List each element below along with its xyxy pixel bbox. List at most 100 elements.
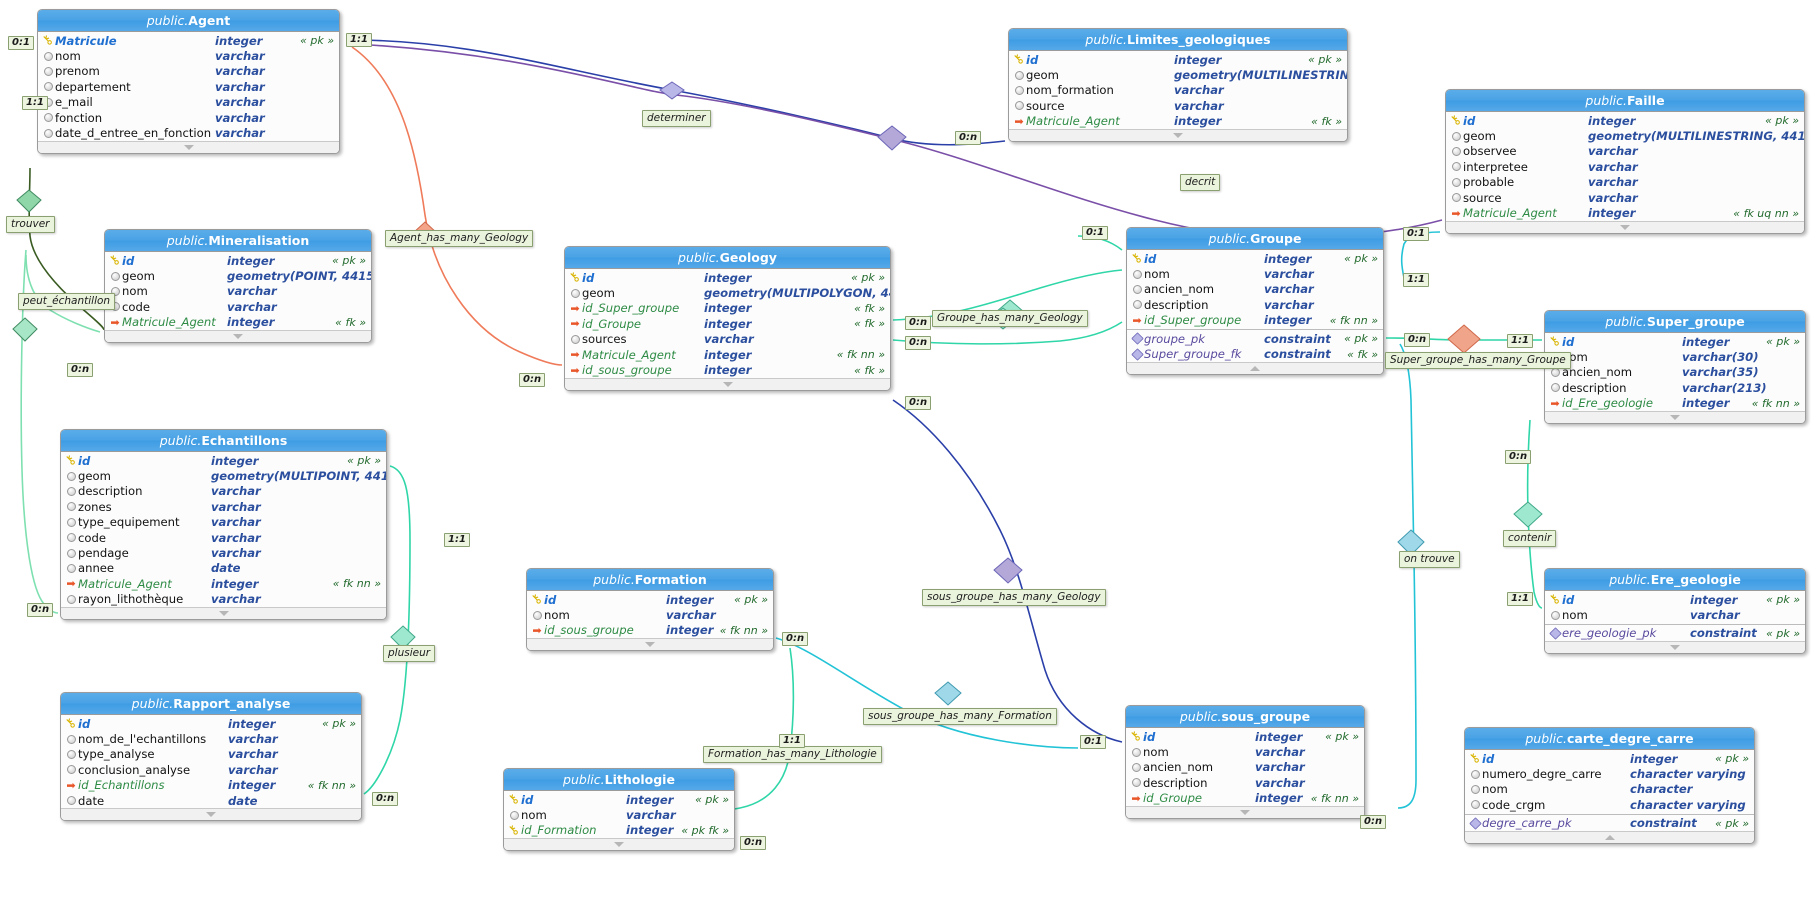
field-row[interactable]: ⚷ id integer « pk » [1126,728,1364,745]
entity-super_groupe[interactable]: public.Super_groupe ⚷ id integer « pk » nom va… [1544,310,1806,424]
field-row[interactable]: nom varchar [1127,266,1383,281]
field-row[interactable]: nom varchar [105,284,371,299]
field-row[interactable]: ➡ id_Super_groupe integer « fk nn » [1127,313,1383,328]
field-row[interactable]: geom geometry(MULTIPOLYGON, 4414) [565,285,890,300]
field-row[interactable]: ➡ Matricule_Agent integer « fk » [1009,114,1347,129]
field-row[interactable]: fonction varchar [38,110,339,125]
relationship-label-contenir[interactable]: contenir [1503,530,1557,547]
field-row[interactable]: sources varchar [565,332,890,347]
entity-collapse-handle[interactable] [1446,220,1804,233]
field-row[interactable]: geom geometry(MULTIPOINT, 4415) [61,468,386,483]
field-row[interactable]: nom character [1465,782,1754,797]
entity-ere_geologie[interactable]: public.Ere_geologie ⚷ id integer « pk » nom va… [1544,568,1806,655]
relationship-label-decrit[interactable]: decrit [1180,174,1221,191]
entity-collapse-handle[interactable] [504,838,734,851]
relationship-label-on_trouve[interactable]: on trouve [1399,551,1460,568]
field-row[interactable]: annee date [61,561,386,576]
field-row[interactable]: rayon_lithothèque varchar [61,592,386,607]
field-row[interactable]: nom_de_l'echantillons varchar [61,731,361,746]
field-row[interactable]: ⚷ id integer « pk » [1545,333,1805,350]
field-row[interactable]: ⚷ id integer « pk » [565,269,890,286]
relationship-label-formation_has_many_lithologie[interactable]: Formation_has_many_Lithologie [703,746,882,763]
field-row[interactable]: ➡ Matricule_Agent integer « fk nn » [565,347,890,362]
field-row[interactable]: ⚷ id integer « pk » [504,791,734,808]
field-row[interactable]: ⚷ id_Formation integer « pk fk » [504,822,734,839]
field-row[interactable]: description varchar [61,484,386,499]
entity-collapse-handle[interactable] [1545,410,1805,423]
entity-collapse-handle[interactable] [1545,641,1805,654]
field-row[interactable]: ⚷ id integer « pk » [105,252,371,269]
field-row[interactable]: ⚷ id integer « pk » [1446,112,1804,129]
field-row[interactable]: ➡ Matricule_Agent integer « fk » [105,315,371,330]
field-row[interactable]: Super_groupe_fk constraint « fk » [1127,346,1383,361]
field-row[interactable]: zones varchar [61,499,386,514]
field-row[interactable]: ➡ id_sous_groupe integer « fk » [565,362,890,377]
entity-agent[interactable]: public.Agent ⚷ Matricule integer « pk » nom va… [37,9,340,154]
field-row[interactable]: degre_carre_pk constraint « pk » [1465,816,1754,831]
entity-formation[interactable]: public.Formation ⚷ id integer « pk » nom varch… [526,568,774,652]
field-row[interactable]: e_mail varchar [38,95,339,110]
field-row[interactable]: ere_geologie_pk constraint « pk » [1545,626,1805,641]
field-row[interactable]: ⚷ id integer « pk » [61,715,361,732]
field-row[interactable]: ancien_nom varchar [1126,760,1364,775]
field-row[interactable]: source varchar [1009,98,1347,113]
entity-collapse-handle[interactable] [1126,805,1364,818]
field-row[interactable]: ⚷ id integer « pk » [1465,750,1754,767]
relationship-label-peut_echantillonner[interactable]: peut_échantillon [18,293,116,310]
field-row[interactable]: nom varchar [38,48,339,63]
entity-collapse-handle[interactable] [1465,830,1754,843]
field-row[interactable]: type_analyse varchar [61,747,361,762]
entity-faille[interactable]: public.Faille ⚷ id integer « pk » geom geometr… [1445,89,1805,234]
field-row[interactable]: observee varchar [1446,144,1804,159]
entity-mineralisation[interactable]: public.Mineralisation ⚷ id integer « pk » geo… [104,229,372,343]
field-row[interactable]: description varchar [1127,297,1383,312]
field-row[interactable]: ➡ id_Super_groupe integer « fk » [565,301,890,316]
entity-collapse-handle[interactable] [61,606,386,619]
field-row[interactable]: source varchar [1446,190,1804,205]
relationship-label-trouver[interactable]: trouver [6,216,55,233]
field-row[interactable]: ➡ id_Groupe integer « fk » [565,316,890,331]
field-row[interactable]: probable varchar [1446,175,1804,190]
relationship-label-sous_groupe_has_many_geology[interactable]: sous_groupe_has_many_Geology [922,589,1106,606]
field-row[interactable]: type_equipement varchar [61,515,386,530]
field-row[interactable]: geom geometry(MULTILINESTRING, 4415) [1009,67,1347,82]
field-row[interactable]: interpretee varchar [1446,159,1804,174]
field-row[interactable]: description varchar(213) [1545,380,1805,395]
field-row[interactable]: ➡ id_Echantillons integer « fk nn » [61,778,361,793]
field-row[interactable]: date_d_entree_en_fonction varchar [38,125,339,140]
field-row[interactable]: ➡ id_Ere_geologie integer « fk nn » [1545,396,1805,411]
field-row[interactable]: ➡ id_Groupe integer « fk nn » [1126,791,1364,806]
field-row[interactable]: ⚷ id integer « pk » [1127,250,1383,267]
relationship-label-sous_groupe_has_many_formation[interactable]: sous_groupe_has_many_Formation [863,708,1057,725]
field-row[interactable]: nom varchar [504,807,734,822]
field-row[interactable]: nom varchar [1126,744,1364,759]
entity-rapport[interactable]: public.Rapport_analyse ⚷ id integer « pk » no… [60,692,362,822]
field-row[interactable]: prenom varchar [38,64,339,79]
relationship-label-determiner[interactable]: determiner [642,110,711,127]
field-row[interactable]: ➡ Matricule_Agent integer « fk uq nn » [1446,205,1804,220]
field-row[interactable]: ⚷ id integer « pk » [1009,51,1347,68]
field-row[interactable]: description varchar [1126,775,1364,790]
field-row[interactable]: ⚷ Matricule integer « pk » [38,32,339,49]
field-row[interactable]: code varchar [105,299,371,314]
entity-collapse-handle[interactable] [565,377,890,390]
field-row[interactable]: nom varchar [1545,607,1805,622]
field-row[interactable]: date date [61,793,361,808]
field-row[interactable]: ⚷ id integer « pk » [61,452,386,469]
entity-echantillons[interactable]: public.Echantillons ⚷ id integer « pk » geom g… [60,429,387,620]
entity-collapse-handle[interactable] [61,808,361,821]
entity-collapse-handle[interactable] [105,329,371,342]
entity-collapse-handle[interactable] [527,638,773,651]
field-row[interactable]: ➡ Matricule_Agent integer « fk nn » [61,576,386,591]
entity-collapse-handle[interactable] [38,140,339,153]
entity-sous_groupe[interactable]: public.sous_groupe ⚷ id integer « pk » nom var… [1125,705,1365,819]
relationship-label-agent_has_many_geology[interactable]: Agent_has_many_Geology [385,230,534,247]
field-row[interactable]: numero_degre_carre character varying [1465,766,1754,781]
field-row[interactable]: pendage varchar [61,545,386,560]
field-row[interactable]: nom varchar(30) [1545,349,1805,364]
field-row[interactable]: ⚷ id integer « pk » [527,591,773,608]
entity-collapse-handle[interactable] [1127,361,1383,374]
field-row[interactable]: nom_formation varchar [1009,83,1347,98]
relationship-label-plusieur[interactable]: plusieur [383,645,436,662]
field-row[interactable]: ⚷ id integer « pk » [1545,591,1805,608]
